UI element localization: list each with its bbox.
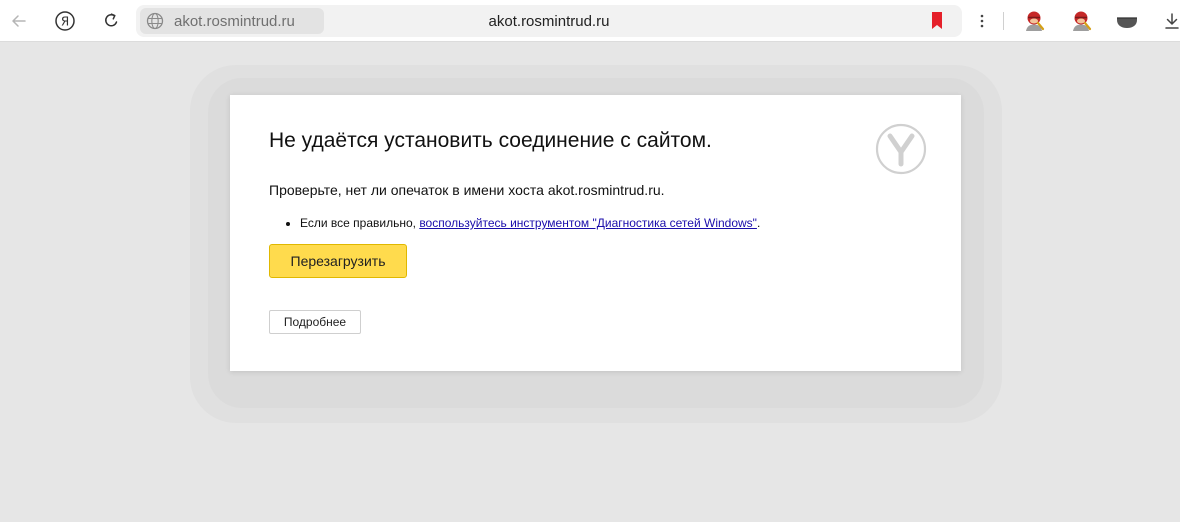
reload-icon [105,13,118,27]
suggestion-suffix: . [756,216,761,230]
extension-avatar-icon [1073,11,1092,31]
address-domain: akot.rosmintrud.ru [174,12,295,30]
reload-toolbar-button[interactable] [97,7,125,35]
error-description: Проверьте, нет ли опечаток в имени хоста… [269,182,665,198]
extension-avatar-icon [1026,11,1045,31]
address-menu-button[interactable] [972,9,992,33]
globe-icon [146,12,164,30]
suggestion-item: Если все правильно, воспользуйтесь инстр… [300,214,760,232]
extension-dark-icon [1117,17,1137,28]
download-button[interactable] [1158,7,1180,35]
network-diagnostics-link[interactable]: воспользуйтесь инструментом "Диагностика… [419,216,757,230]
bookmark-icon [932,12,942,29]
address-bar[interactable]: akot.rosmintrud.ru akot.rosmintrud.ru [136,5,962,37]
extension-button-3[interactable] [1115,9,1139,33]
reload-button[interactable]: Перезагрузить [269,244,407,278]
extension-button-1[interactable] [1022,9,1046,33]
arrow-left-icon [12,15,26,27]
suggestion-list: Если все правильно, воспользуйтесь инстр… [269,214,760,232]
site-info-chip[interactable]: akot.rosmintrud.ru [140,8,324,34]
dots-vertical-icon [980,14,984,28]
browser-toolbar: Я akot.rosmintrud.ru akot.rosmintrud.ru [0,0,1180,42]
toolbar-separator [1003,12,1004,30]
extension-button-2[interactable] [1069,9,1093,33]
yandex-browser-logo-icon [875,123,927,175]
yandex-circle-icon: Я [55,11,75,31]
details-button[interactable]: Подробнее [269,310,361,334]
back-button[interactable] [5,7,33,35]
error-title: Не удаётся установить соединение с сайто… [269,129,712,152]
download-icon [1165,13,1179,29]
svg-text:Я: Я [61,15,69,29]
error-card: Не удаётся установить соединение с сайто… [230,95,961,371]
suggestion-prefix: Если все правильно, [300,216,420,230]
address-page-title: akot.rosmintrud.ru [488,12,610,30]
bookmark-button[interactable] [930,11,944,31]
yandex-button[interactable]: Я [51,7,79,35]
